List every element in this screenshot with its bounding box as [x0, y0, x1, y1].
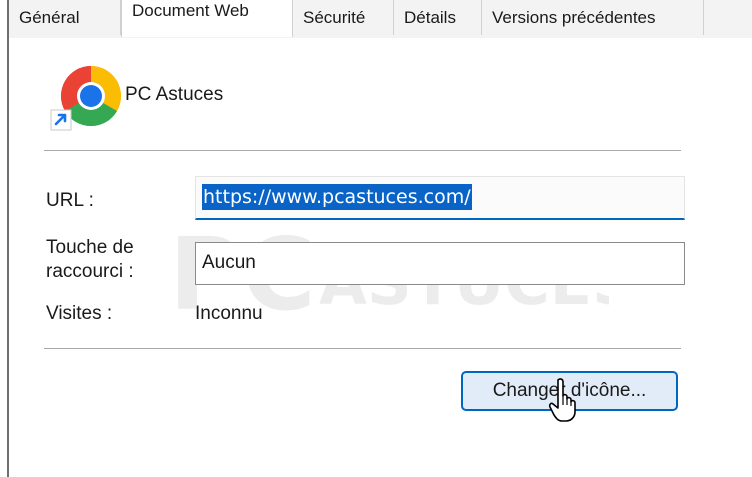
url-label: URL :: [46, 190, 94, 211]
hotkey-label-line1: Touche de: [46, 237, 134, 258]
hotkey-input[interactable]: Aucun: [195, 242, 685, 285]
hotkey-value: Aucun: [202, 252, 256, 273]
hand-cursor-icon: [548, 378, 576, 422]
hotkey-label-line2: raccourci :: [46, 261, 134, 282]
url-value: https://www.pcastuces.com/: [202, 184, 472, 210]
visits-label: Visites :: [46, 303, 113, 324]
tab-document-web[interactable]: Document Web: [121, 0, 293, 37]
visits-value: Inconnu: [195, 303, 263, 324]
chrome-shortcut-icon: [50, 66, 121, 131]
document-web-panel: PC ASTUCES PC Astuces URL : https://www.…: [9, 38, 752, 477]
tab-details[interactable]: Détails: [394, 0, 482, 35]
url-input[interactable]: https://www.pcastuces.com/: [195, 176, 685, 220]
tab-versions-precedentes[interactable]: Versions précédentes: [482, 0, 704, 35]
shortcut-name: PC Astuces: [125, 84, 224, 105]
tab-strip: Général Document Web Sécurité Détails Ve…: [9, 0, 752, 39]
tab-general[interactable]: Général: [9, 0, 121, 35]
separator-top: [44, 150, 681, 151]
separator-bottom: [44, 348, 681, 349]
tab-securite[interactable]: Sécurité: [293, 0, 394, 35]
properties-window: Général Document Web Sécurité Détails Ve…: [0, 0, 752, 477]
